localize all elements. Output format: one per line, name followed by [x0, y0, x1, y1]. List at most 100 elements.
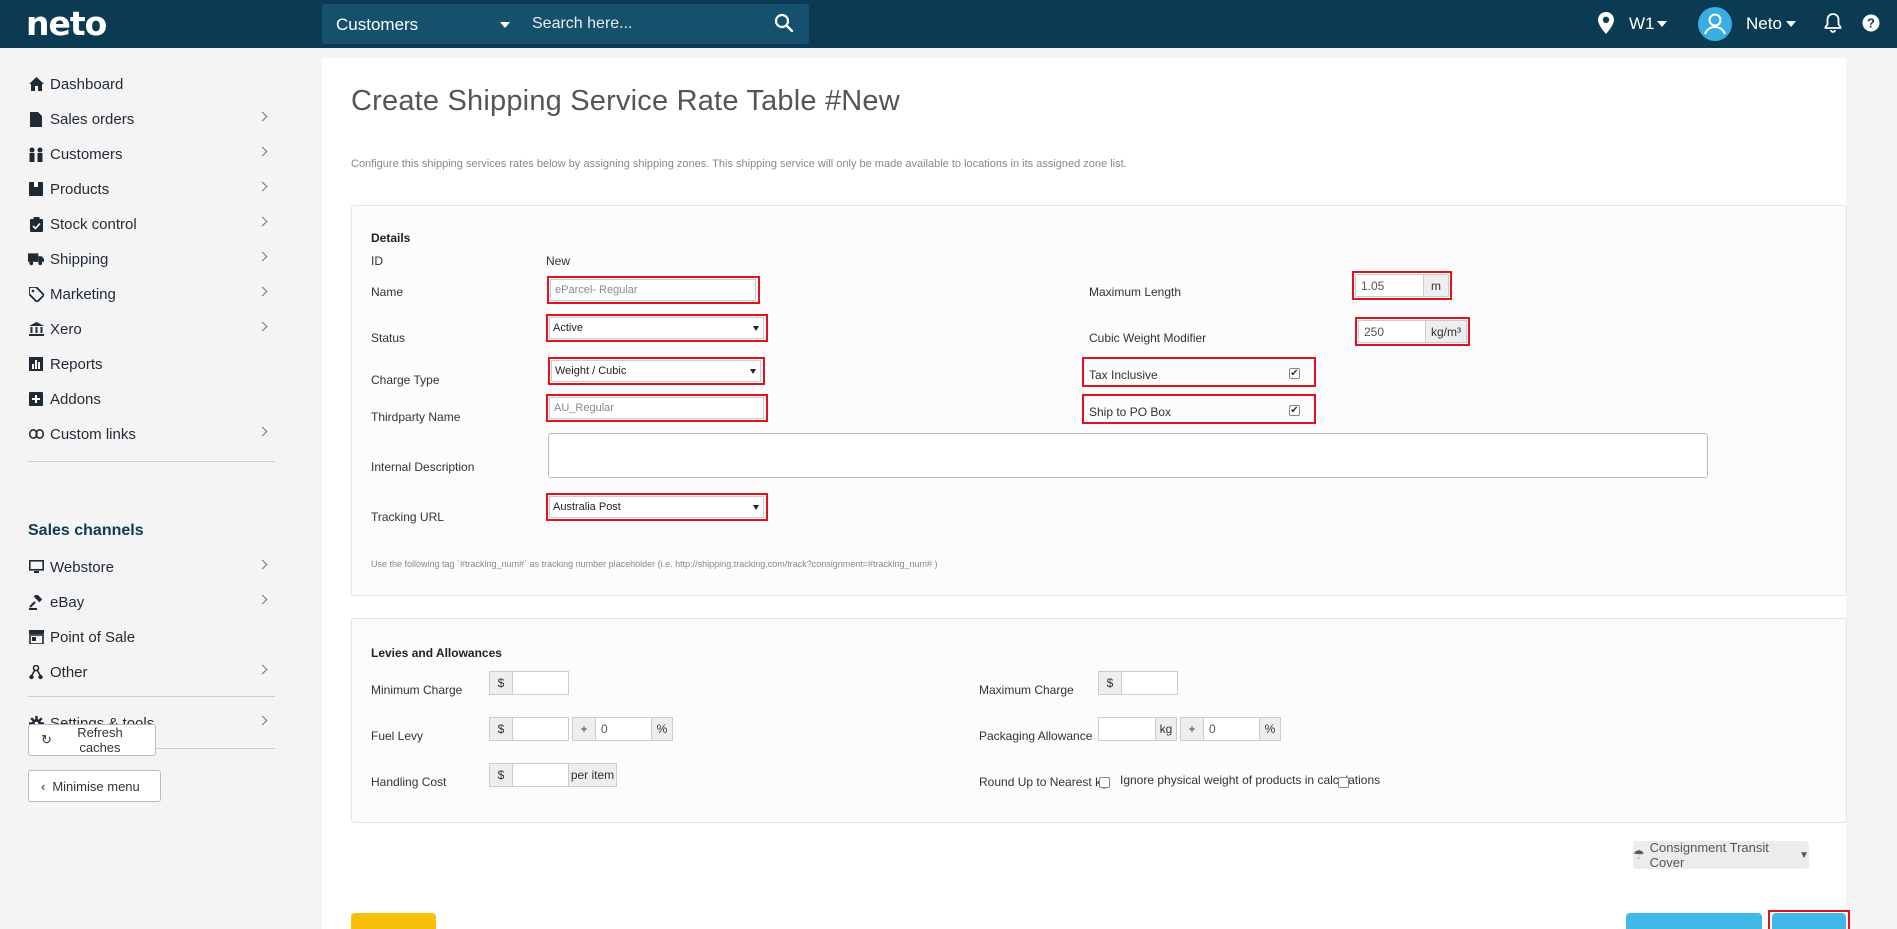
ignore-weight-checkbox[interactable] — [1338, 777, 1349, 788]
ship-to-po-box-checkbox[interactable]: ✔ — [1289, 405, 1300, 416]
store-selector[interactable]: W1 — [1629, 14, 1655, 34]
sidebar-item-label: Webstore — [50, 558, 114, 576]
search-scope-select[interactable]: Customers — [336, 15, 418, 35]
avatar[interactable] — [1698, 7, 1732, 41]
levies-heading: Levies and Allowances — [371, 646, 502, 660]
thirdparty-name-label: Thirdparty Name — [371, 410, 461, 424]
sidebar-item-dashboard[interactable]: Dashboard — [28, 69, 274, 99]
details-heading: Details — [371, 231, 411, 245]
tax-inclusive-checkbox[interactable]: ✔ — [1289, 368, 1300, 379]
neto-logo[interactable]: neto — [26, 4, 107, 43]
maximum-length-field[interactable] — [1355, 274, 1424, 297]
chevron-right-icon — [257, 321, 268, 332]
status-select[interactable]: Active — [549, 317, 764, 339]
user-menu[interactable]: Neto — [1746, 14, 1782, 34]
top-navbar: neto Customers W1 Neto ? — [0, 0, 1897, 48]
save-button[interactable] — [1772, 913, 1846, 929]
link-icon — [28, 426, 44, 442]
back-button[interactable] — [351, 913, 436, 929]
consignment-label: Consignment Transit Cover — [1649, 840, 1769, 870]
maximum-charge-field[interactable] — [1121, 671, 1178, 695]
location-pin-icon[interactable] — [1598, 12, 1614, 34]
sidebar-item-reports[interactable]: Reports — [28, 349, 274, 379]
sidebar-item-ebay[interactable]: eBay — [28, 587, 274, 617]
sidebar-item-label: Reports — [50, 355, 103, 373]
sidebar: Dashboard Sales orders Customers Product… — [0, 48, 300, 929]
sidebar-item-shipping[interactable]: Shipping — [28, 244, 274, 274]
umbrella-icon: ☂ — [1633, 847, 1645, 862]
users-icon — [28, 146, 44, 162]
divider — [28, 461, 275, 462]
chevron-right-icon — [257, 111, 268, 122]
packaging-allowance-field[interactable] — [1098, 717, 1156, 741]
tax-inclusive-label: Tax Inclusive — [1089, 368, 1158, 382]
chevron-down-icon — [753, 505, 759, 510]
chevron-down-icon[interactable] — [1786, 21, 1796, 27]
thirdparty-name-field[interactable] — [549, 397, 764, 419]
sidebar-item-customers[interactable]: Customers — [28, 139, 274, 169]
status-value: Active — [553, 322, 583, 334]
fuel-levy-percent-field[interactable] — [595, 717, 652, 741]
currency-addon: $ — [489, 671, 513, 695]
sidebar-item-point-of-sale[interactable]: Point of Sale — [28, 622, 274, 652]
save-and-close-button[interactable] — [1626, 913, 1762, 929]
bell-icon[interactable] — [1824, 13, 1842, 33]
currency-addon: $ — [1098, 671, 1122, 695]
chevron-right-icon — [257, 715, 268, 726]
chevron-down-icon[interactable] — [1657, 21, 1667, 27]
tracking-url-label: Tracking URL — [371, 510, 444, 524]
minimum-charge-label: Minimum Charge — [371, 683, 463, 697]
tag-icon — [28, 286, 44, 302]
search-icon[interactable] — [774, 13, 794, 33]
consignment-transit-cover-button[interactable]: ☂ Consignment Transit Cover ▼ — [1633, 840, 1809, 870]
sidebar-item-webstore[interactable]: Webstore — [28, 552, 274, 582]
sidebar-item-sales-orders[interactable]: Sales orders — [28, 104, 274, 134]
help-icon[interactable]: ? — [1862, 14, 1880, 32]
sidebar-item-stock-control[interactable]: Stock control — [28, 209, 274, 239]
plus-square-icon — [28, 391, 44, 407]
minimise-menu-label: Minimise menu — [52, 778, 140, 794]
percent-addon: % — [651, 717, 673, 741]
search-input[interactable] — [532, 10, 762, 38]
fuel-levy-label: Fuel Levy — [371, 729, 424, 743]
sidebar-item-custom-links[interactable]: Custom links — [28, 419, 274, 449]
handling-cost-field[interactable] — [512, 763, 569, 787]
chevron-right-icon — [257, 251, 268, 262]
charge-type-select[interactable]: Weight / Cubic — [551, 360, 761, 382]
sidebar-item-marketing[interactable]: Marketing — [28, 279, 274, 309]
id-value: New — [546, 254, 571, 268]
tracking-url-value: Australia Post — [553, 501, 621, 513]
minimum-charge-field[interactable] — [512, 671, 569, 695]
chart-icon — [28, 356, 44, 372]
sidebar-item-label: eBay — [50, 593, 85, 611]
sidebar-item-products[interactable]: Products — [28, 174, 274, 204]
minimise-menu-button[interactable]: ‹ Minimise menu — [28, 770, 161, 802]
kg-addon: kg — [1155, 717, 1177, 741]
document-icon — [28, 111, 44, 127]
internal-description-field[interactable] — [548, 433, 1708, 478]
svg-text:?: ? — [1867, 16, 1875, 31]
chevron-down-icon: ▼ — [1799, 849, 1809, 861]
fuel-levy-field[interactable] — [512, 717, 569, 741]
page-description: Configure this shipping services rates b… — [351, 158, 1127, 170]
sidebar-item-other[interactable]: Other — [28, 657, 274, 687]
round-up-checkbox[interactable] — [1099, 777, 1110, 788]
network-icon — [28, 664, 44, 680]
cubic-unit-addon: kg/m³ — [1425, 320, 1467, 343]
details-panel: Details ID New Name Status Active Charge… — [351, 205, 1847, 596]
tracking-url-select[interactable]: Australia Post — [549, 496, 764, 518]
sidebar-item-xero[interactable]: Xero — [28, 314, 274, 344]
charge-type-label: Charge Type — [371, 373, 440, 387]
cubic-weight-modifier-label: Cubic Weight Modifier — [1089, 331, 1207, 345]
cubic-weight-modifier-field[interactable] — [1358, 320, 1426, 343]
tracking-url-hint: Use the following tag `#tracking_num#` a… — [371, 559, 938, 569]
page-title: Create Shipping Service Rate Table #New — [351, 85, 900, 117]
refresh-caches-button[interactable]: ↻ Refresh caches — [28, 724, 156, 756]
name-field[interactable] — [550, 279, 756, 301]
maximum-charge-label: Maximum Charge — [979, 683, 1074, 697]
sidebar-item-addons[interactable]: Addons — [28, 384, 274, 414]
chevron-down-icon[interactable] — [500, 22, 510, 28]
packaging-percent-field[interactable] — [1203, 717, 1260, 741]
sidebar-item-label: Other — [50, 663, 88, 681]
chevron-left-icon: ‹ — [41, 778, 46, 794]
